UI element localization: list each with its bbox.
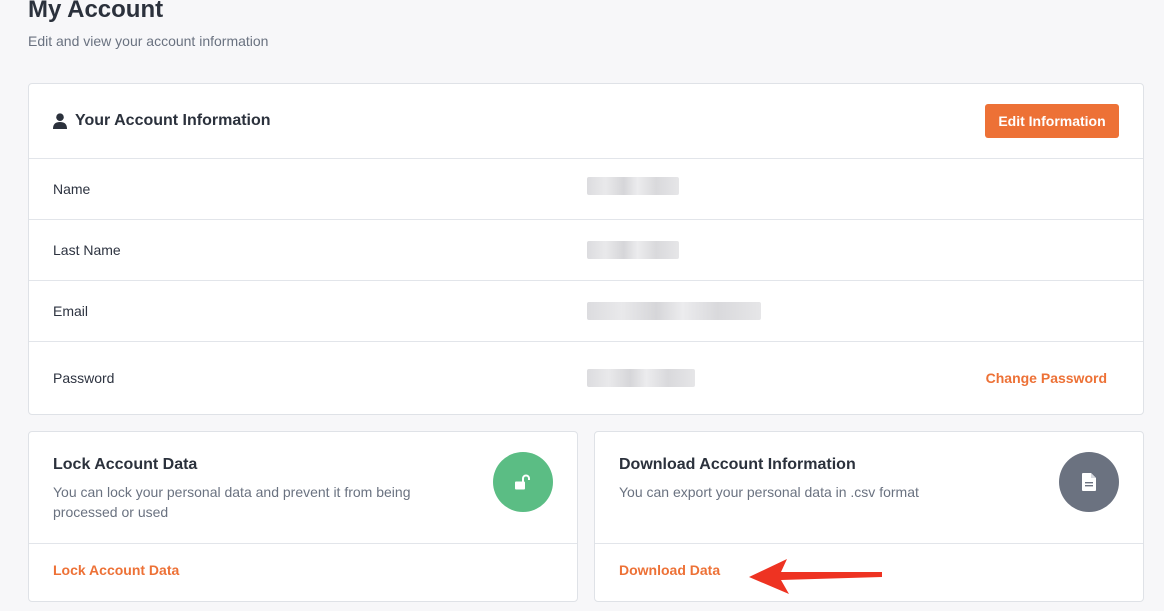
account-information-header: Your Account Information Edit Informatio… bbox=[29, 84, 1143, 159]
last-name-label: Last Name bbox=[53, 242, 121, 258]
password-value-redacted bbox=[587, 369, 695, 387]
edit-information-button[interactable]: Edit Information bbox=[985, 104, 1119, 138]
red-arrow-annotation bbox=[749, 559, 882, 594]
account-information-title: Your Account Information bbox=[75, 112, 271, 129]
lock-account-title: Lock Account Data bbox=[53, 456, 198, 473]
document-icon-badge bbox=[1059, 452, 1119, 512]
download-account-title: Download Account Information bbox=[619, 456, 856, 473]
unlock-icon bbox=[515, 474, 530, 490]
document-icon bbox=[1082, 473, 1096, 491]
email-value-redacted bbox=[587, 302, 761, 320]
password-label: Password bbox=[53, 370, 115, 386]
lock-account-card: Lock Account Data You can lock your pers… bbox=[28, 431, 578, 602]
last-name-row: Last Name bbox=[29, 220, 1143, 281]
page-subtitle: Edit and view your account information bbox=[28, 33, 269, 49]
page-title: My Account bbox=[28, 0, 164, 23]
lock-account-footer: Lock Account Data bbox=[29, 543, 577, 601]
account-information-card: Your Account Information Edit Informatio… bbox=[28, 83, 1144, 415]
name-label: Name bbox=[53, 181, 91, 197]
download-account-description: You can export your personal data in .cs… bbox=[619, 484, 919, 500]
last-name-value-redacted bbox=[587, 241, 679, 259]
download-data-link[interactable]: Download Data bbox=[619, 562, 720, 578]
password-row: Password Change Password bbox=[29, 342, 1143, 414]
email-label: Email bbox=[53, 303, 89, 319]
lock-account-data-link[interactable]: Lock Account Data bbox=[53, 562, 179, 578]
change-password-link[interactable]: Change Password bbox=[986, 370, 1107, 386]
unlock-icon-badge bbox=[493, 452, 553, 512]
name-row: Name bbox=[29, 159, 1143, 220]
email-row: Email bbox=[29, 281, 1143, 342]
name-value-redacted bbox=[587, 177, 679, 195]
user-icon bbox=[53, 113, 67, 129]
lock-account-description: You can lock your personal data and prev… bbox=[53, 484, 411, 520]
